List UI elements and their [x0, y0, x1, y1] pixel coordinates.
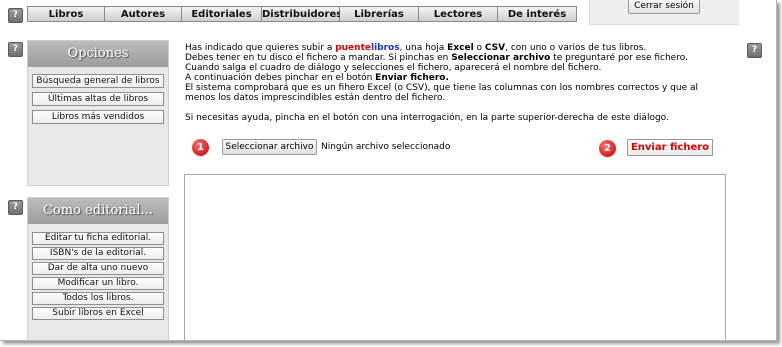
isbns-button[interactable]: ISBN's de la editorial.: [32, 247, 164, 260]
instructions: Has indicado que quieres subir a puentel…: [185, 43, 745, 123]
help-icon[interactable]: ?: [747, 43, 762, 58]
brand-blue: libros: [370, 43, 400, 53]
subir-excel-button[interactable]: Subir libros en Excel: [32, 307, 164, 320]
tab-autores[interactable]: Autores: [105, 6, 182, 22]
editar-ficha-button[interactable]: Editar tu ficha editorial.: [32, 232, 164, 245]
send-file-button[interactable]: Enviar fichero: [627, 139, 713, 156]
instruction-line: Debes tener en tu disco el fichero a man…: [185, 53, 688, 63]
panel-title: Opciones: [28, 41, 168, 67]
intro-line: Has indicado que quieres subir a puentel…: [185, 43, 647, 53]
busqueda-general-button[interactable]: Búsqueda general de libros: [32, 74, 164, 88]
instruction-line: El sistema comprobará que es un fihero E…: [185, 83, 698, 103]
instruction-line: A continuación debes pinchar en el botón…: [185, 73, 449, 83]
file-status: Ningún archivo seleccionado: [321, 142, 451, 152]
upload-result-area: [184, 174, 726, 340]
tab-distribuidores[interactable]: Distribuidores: [262, 6, 342, 22]
brand-red: puente: [335, 43, 371, 53]
step-2-badge: 2: [599, 140, 616, 157]
editorial-panel: Como editorial... Editar tu ficha editor…: [27, 197, 169, 340]
step-1-badge: 1: [192, 139, 209, 156]
instruction-line: Cuando salga el cuadro de diálogo y sele…: [185, 63, 602, 73]
tab-librerias[interactable]: Librerías: [340, 6, 419, 22]
main-nav: Libros Autores Editoriales Distribuidore…: [27, 6, 577, 22]
logout-button[interactable]: Cerrar sesión: [628, 0, 700, 14]
help-icon[interactable]: ?: [8, 42, 23, 57]
tab-lectores[interactable]: Lectores: [419, 6, 498, 22]
ultimas-altas-button[interactable]: Últimas altas de libros: [32, 92, 164, 106]
select-file-button[interactable]: Seleccionar archivo: [222, 139, 317, 155]
todos-libros-button[interactable]: Todos los libros.: [32, 292, 164, 305]
mas-vendidos-button[interactable]: Libros más vendidos: [32, 110, 164, 124]
app-window: ? Libros Autores Editoriales Distribuido…: [0, 0, 777, 341]
tab-editoriales[interactable]: Editoriales: [182, 6, 262, 22]
session-box: Cerrar sesión: [589, 0, 739, 25]
help-line: Si necesitas ayuda, pincha en el botón c…: [185, 113, 669, 123]
dar-alta-button[interactable]: Dar de alta uno nuevo: [32, 262, 164, 275]
help-icon[interactable]: ?: [8, 200, 23, 215]
help-icon[interactable]: ?: [8, 8, 23, 23]
panel-title: Como editorial...: [28, 198, 168, 224]
tab-de-interes[interactable]: De interés: [498, 6, 577, 22]
tab-libros[interactable]: Libros: [27, 6, 105, 22]
opciones-panel: Opciones Búsqueda general de libros Últi…: [27, 40, 169, 186]
modificar-libro-button[interactable]: Modificar un libro.: [32, 277, 164, 290]
